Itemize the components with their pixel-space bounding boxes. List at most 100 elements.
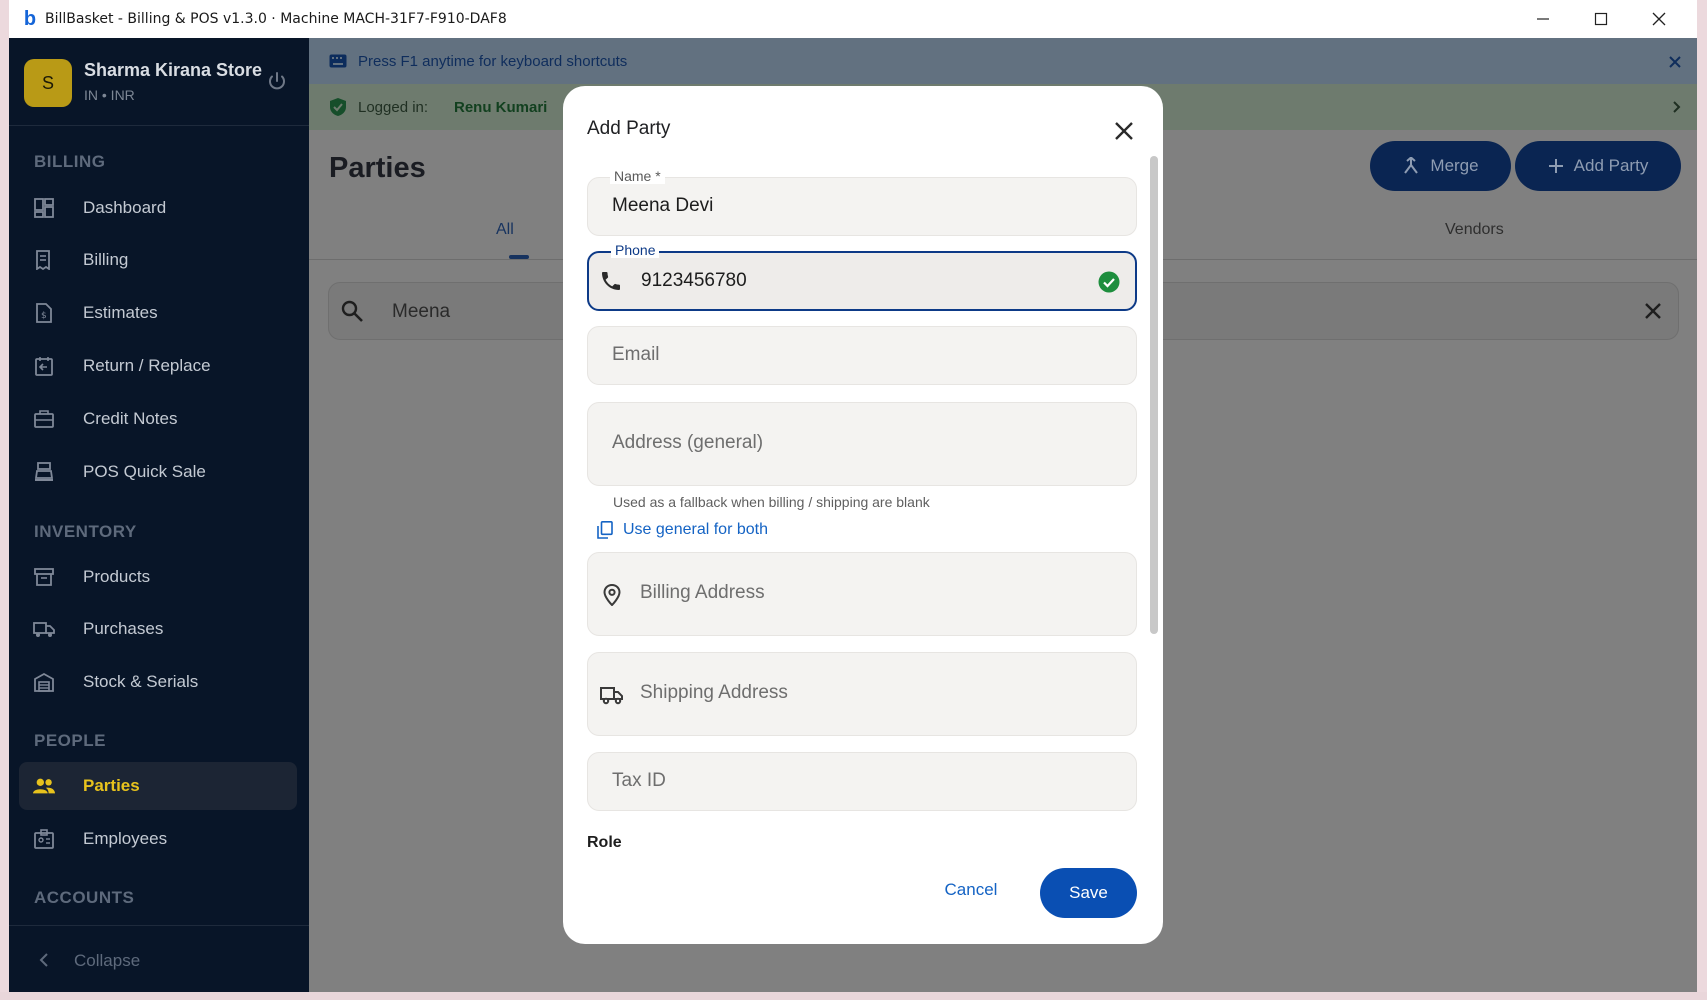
sidebar-item-label: Employees	[83, 829, 168, 848]
title-bar: b BillBasket - Billing & POS v1.3.0 · Ma…	[9, 0, 1697, 38]
logged-in-user: Renu Kumari	[454, 99, 548, 116]
maximize-icon	[1594, 12, 1608, 26]
keyboard-icon	[329, 54, 347, 68]
sidebar-item-label: Credit Notes	[83, 409, 178, 428]
app-logo-icon: b	[23, 7, 37, 30]
add-party-button[interactable]: Add Party	[1515, 141, 1681, 191]
people-icon	[33, 775, 55, 797]
merge-icon	[1404, 157, 1419, 174]
close-icon	[1115, 122, 1133, 140]
tax-id-field[interactable]: Tax ID	[587, 752, 1137, 811]
warehouse-icon	[33, 671, 55, 693]
search-value: Meena	[392, 301, 451, 322]
name-field[interactable]: Name * Meena Devi	[587, 168, 1137, 236]
dialog-scrollbar[interactable]	[1150, 156, 1158, 634]
merge-button[interactable]: Merge	[1370, 141, 1511, 191]
sidebar-item-parties[interactable]: Parties	[19, 762, 297, 810]
copy-icon	[597, 521, 613, 539]
chevron-right-icon[interactable]	[1672, 100, 1682, 114]
location-pin-icon	[600, 583, 624, 607]
pos-icon	[33, 461, 55, 483]
email-field[interactable]: Email	[587, 326, 1137, 385]
shipping-placeholder: Shipping Address	[640, 682, 788, 703]
use-general-button[interactable]: Use general for both	[597, 518, 768, 542]
desktop-strip	[0, 992, 1707, 1000]
save-label: Save	[1069, 883, 1108, 902]
store-locale: IN • INR	[84, 87, 135, 103]
sidebar-item-label: Parties	[83, 776, 140, 795]
name-value: Meena Devi	[612, 195, 714, 216]
shipping-address-field[interactable]: Shipping Address	[587, 652, 1137, 736]
shortcut-banner: Press F1 anytime for keyboard shortcuts	[309, 38, 1697, 84]
divider	[9, 925, 309, 926]
maximize-button[interactable]	[1572, 0, 1630, 38]
sidebar-item-employees[interactable]: Employees	[19, 815, 297, 863]
billing-placeholder: Billing Address	[640, 582, 765, 603]
email-placeholder: Email	[612, 344, 660, 365]
save-button[interactable]: Save	[1040, 868, 1137, 918]
clear-icon[interactable]	[1644, 302, 1662, 320]
tab-all[interactable]: All	[496, 221, 514, 239]
add-party-dialog: Add Party Name * Meena Devi Phone 912345…	[563, 86, 1163, 944]
page-title: Parties	[329, 152, 426, 184]
sidebar-item-label: Billing	[83, 250, 129, 269]
sidebar-item-label: POS Quick Sale	[83, 462, 206, 481]
phone-field[interactable]: Phone 9123456780	[587, 242, 1137, 311]
box-icon	[33, 566, 55, 588]
sidebar-item-billing[interactable]: Billing	[19, 236, 297, 284]
return-icon	[33, 355, 55, 377]
app-window: b BillBasket - Billing & POS v1.3.0 · Ma…	[9, 0, 1697, 992]
billing-address-field[interactable]: Billing Address	[587, 552, 1137, 636]
sidebar-item-label: Estimates	[83, 303, 158, 322]
store-name: Sharma Kirana Store	[84, 60, 263, 80]
sidebar-item-credit-notes[interactable]: Credit Notes	[19, 395, 297, 443]
plus-icon	[1548, 159, 1563, 173]
section-billing: BILLING	[34, 152, 106, 171]
phone-label: Phone	[611, 242, 660, 258]
sidebar: S Sharma Kirana Store IN • INR BILLING D…	[9, 38, 309, 992]
check-circle-icon	[1097, 270, 1121, 294]
sidebar-item-label: Stock & Serials	[83, 672, 199, 691]
use-general-label: Use general for both	[623, 521, 768, 538]
section-inventory: INVENTORY	[34, 522, 137, 541]
dashboard-icon	[33, 197, 55, 219]
sidebar-item-purchases[interactable]: Purchases	[19, 605, 297, 653]
store-header: S Sharma Kirana Store IN • INR	[9, 38, 309, 126]
sidebar-item-estimates[interactable]: $ Estimates	[19, 289, 297, 337]
sidebar-item-pos-quick-sale[interactable]: POS Quick Sale	[19, 448, 297, 496]
dialog-close-button[interactable]	[1111, 118, 1137, 144]
section-accounts: ACCOUNTS	[34, 888, 135, 907]
window-close-button[interactable]	[1630, 0, 1688, 38]
address-helper-text: Used as a fallback when billing / shippi…	[613, 494, 930, 510]
address-general-field[interactable]: Address (general)	[587, 402, 1137, 486]
logout-button[interactable]	[265, 70, 289, 94]
credit-note-icon	[33, 408, 55, 430]
power-icon	[269, 72, 285, 90]
sidebar-item-label: Products	[83, 567, 151, 586]
cancel-button[interactable]: Cancel	[941, 880, 1001, 904]
sidebar-item-label: Return / Replace	[83, 356, 211, 375]
collapse-button[interactable]: Collapse	[19, 940, 297, 980]
svg-text:$: $	[41, 311, 47, 321]
minimize-button[interactable]	[1514, 0, 1572, 38]
sidebar-item-products[interactable]: Products	[19, 553, 297, 601]
truck-icon	[33, 618, 55, 640]
badge-icon	[33, 828, 55, 850]
logged-in-label: Logged in:	[358, 99, 429, 116]
sidebar-item-return-replace[interactable]: Return / Replace	[19, 342, 297, 390]
tax-id-placeholder: Tax ID	[612, 770, 666, 791]
add-party-label: Add Party	[1573, 156, 1649, 175]
minimize-icon	[1537, 18, 1549, 20]
store-avatar: S	[24, 59, 72, 107]
dialog-title: Add Party	[587, 118, 671, 139]
close-icon[interactable]	[1668, 55, 1682, 69]
tab-vendors[interactable]: Vendors	[1445, 221, 1504, 239]
sidebar-item-dashboard[interactable]: Dashboard	[19, 184, 297, 232]
merge-label: Merge	[1430, 156, 1479, 175]
shortcut-banner-text: Press F1 anytime for keyboard shortcuts	[358, 53, 628, 70]
sidebar-item-label: Purchases	[83, 619, 164, 638]
section-people: PEOPLE	[34, 731, 106, 750]
close-icon	[1652, 12, 1666, 26]
phone-icon	[599, 269, 623, 293]
sidebar-item-stock-serials[interactable]: Stock & Serials	[19, 658, 297, 706]
